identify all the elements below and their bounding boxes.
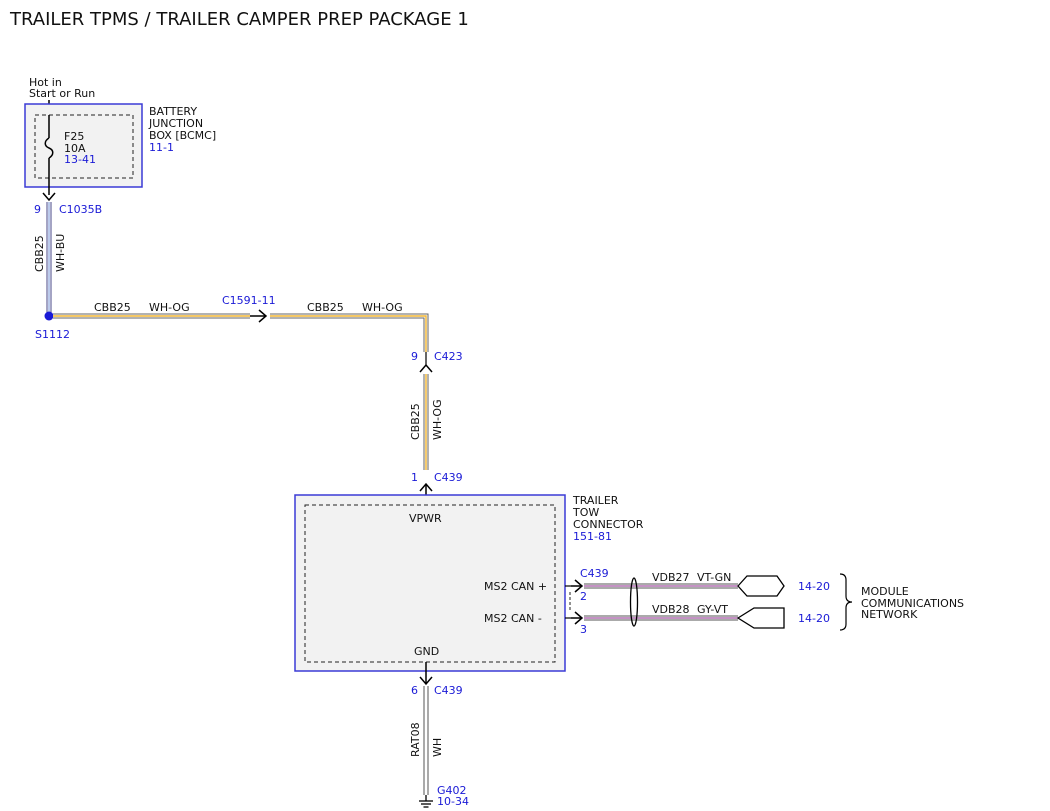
ttc-pin-ms2-can-plus: MS2 CAN + [484,580,547,593]
wire-vert2-color: WH-OG [431,399,444,440]
connector-c423-icon [419,363,433,373]
can-plus-circuit: VDB27 [652,571,690,584]
wire-vert2-circuit: CBB25 [409,403,422,440]
c1035b-name[interactable]: C1035B [59,203,102,216]
c439-bottom-name[interactable]: C439 [434,684,463,697]
splice-name: S1112 [35,328,70,341]
c423-pin: 9 [411,350,418,363]
fuse-ref-link[interactable]: 13-41 [64,153,96,166]
wire-vert1-color: WH-BU [54,234,67,272]
wire-gnd-circuit: RAT08 [409,722,422,757]
bjb-ref-link[interactable]: 11-1 [149,141,174,154]
c1035b-pin: 9 [34,203,41,216]
wire-h2-circuit: CBB25 [307,301,344,314]
ttc-ref-link[interactable]: 151-81 [573,530,612,543]
offpage-arrow-out-icon[interactable] [737,575,785,597]
can-minus-color: GY-VT [697,603,728,616]
c439-bottom-pin: 6 [411,684,418,697]
splice-s1112-icon[interactable] [44,311,54,321]
wire-h1-circuit: CBB25 [94,301,131,314]
power-source-label-line2: Start or Run [29,87,95,100]
network-label-line3: NETWORK [861,608,918,621]
page-title: TRAILER TPMS / TRAILER CAMPER PREP PACKA… [9,9,469,30]
connector-c1591-icon [250,309,268,323]
c439-can-name[interactable]: C439 [580,567,609,580]
wiring-diagram: TRAILER TPMS / TRAILER CAMPER PREP PACKA… [9,9,964,808]
ground-g402-icon [419,795,433,808]
can-minus-circuit: VDB28 [652,603,690,616]
c439-top-name[interactable]: C439 [434,471,463,484]
can-plus-color: VT-GN [697,571,731,584]
can-minus-ref-link[interactable]: 14-20 [798,612,830,625]
c423-name[interactable]: C423 [434,350,463,363]
wire-h2-color: WH-OG [362,301,403,314]
c439-can-pin-minus: 3 [580,623,587,636]
offpage-arrow-in-icon[interactable] [736,607,785,629]
network-brace-icon [839,573,853,631]
wire-gnd-color: WH [431,738,444,757]
c439-can-pin-plus: 2 [580,590,587,603]
c439-top-pin: 1 [411,471,418,484]
wire-vert1-circuit: CBB25 [33,235,46,272]
ttc-pin-ms2-can-minus: MS2 CAN - [484,612,542,625]
can-plus-ref-link[interactable]: 14-20 [798,580,830,593]
wire-cbb25-wh-og-segment2[interactable] [270,313,429,352]
ttc-pin-gnd: GND [414,645,439,658]
ttc-pin-vpwr: VPWR [409,512,442,525]
wire-h1-color: WH-OG [149,301,190,314]
c1591-name[interactable]: C1591-11 [222,294,276,307]
ground-ref-link[interactable]: 10-34 [437,795,469,808]
